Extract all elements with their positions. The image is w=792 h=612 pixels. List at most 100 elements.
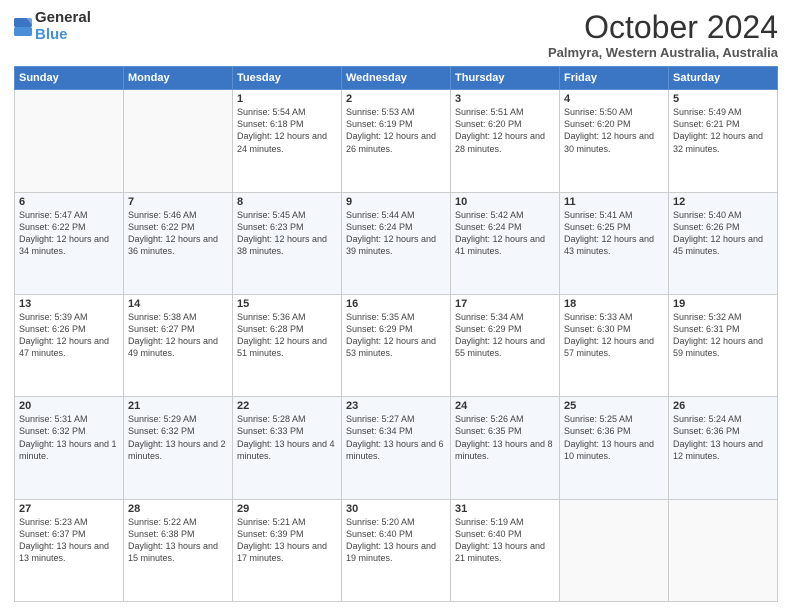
day-info: Sunrise: 5:50 AM Sunset: 6:20 PM Dayligh… <box>564 106 664 155</box>
calendar-week-5: 27Sunrise: 5:23 AM Sunset: 6:37 PM Dayli… <box>15 499 778 601</box>
day-number: 22 <box>237 400 337 412</box>
day-info: Sunrise: 5:40 AM Sunset: 6:26 PM Dayligh… <box>673 209 773 258</box>
calendar-cell: 12Sunrise: 5:40 AM Sunset: 6:26 PM Dayli… <box>669 192 778 294</box>
calendar-cell: 4Sunrise: 5:50 AM Sunset: 6:20 PM Daylig… <box>560 90 669 192</box>
calendar-cell: 16Sunrise: 5:35 AM Sunset: 6:29 PM Dayli… <box>342 294 451 396</box>
calendar-cell: 22Sunrise: 5:28 AM Sunset: 6:33 PM Dayli… <box>233 397 342 499</box>
day-number: 7 <box>128 196 228 208</box>
day-info: Sunrise: 5:46 AM Sunset: 6:22 PM Dayligh… <box>128 209 228 258</box>
month-title: October 2024 <box>548 10 778 45</box>
day-number: 27 <box>19 503 119 515</box>
calendar-cell: 19Sunrise: 5:32 AM Sunset: 6:31 PM Dayli… <box>669 294 778 396</box>
day-number: 4 <box>564 93 664 105</box>
location-title: Palmyra, Western Australia, Australia <box>548 45 778 60</box>
day-info: Sunrise: 5:20 AM Sunset: 6:40 PM Dayligh… <box>346 516 446 565</box>
day-number: 15 <box>237 298 337 310</box>
day-info: Sunrise: 5:41 AM Sunset: 6:25 PM Dayligh… <box>564 209 664 258</box>
day-number: 3 <box>455 93 555 105</box>
day-number: 8 <box>237 196 337 208</box>
calendar-cell: 15Sunrise: 5:36 AM Sunset: 6:28 PM Dayli… <box>233 294 342 396</box>
calendar-cell: 6Sunrise: 5:47 AM Sunset: 6:22 PM Daylig… <box>15 192 124 294</box>
calendar-cell: 14Sunrise: 5:38 AM Sunset: 6:27 PM Dayli… <box>124 294 233 396</box>
calendar-cell: 1Sunrise: 5:54 AM Sunset: 6:18 PM Daylig… <box>233 90 342 192</box>
calendar-cell: 21Sunrise: 5:29 AM Sunset: 6:32 PM Dayli… <box>124 397 233 499</box>
day-info: Sunrise: 5:33 AM Sunset: 6:30 PM Dayligh… <box>564 311 664 360</box>
day-info: Sunrise: 5:51 AM Sunset: 6:20 PM Dayligh… <box>455 106 555 155</box>
day-info: Sunrise: 5:31 AM Sunset: 6:32 PM Dayligh… <box>19 413 119 462</box>
calendar-cell: 31Sunrise: 5:19 AM Sunset: 6:40 PM Dayli… <box>451 499 560 601</box>
calendar-cell: 23Sunrise: 5:27 AM Sunset: 6:34 PM Dayli… <box>342 397 451 499</box>
day-info: Sunrise: 5:27 AM Sunset: 6:34 PM Dayligh… <box>346 413 446 462</box>
calendar-week-2: 6Sunrise: 5:47 AM Sunset: 6:22 PM Daylig… <box>15 192 778 294</box>
day-number: 23 <box>346 400 446 412</box>
day-number: 9 <box>346 196 446 208</box>
day-number: 6 <box>19 196 119 208</box>
day-number: 14 <box>128 298 228 310</box>
calendar-cell: 28Sunrise: 5:22 AM Sunset: 6:38 PM Dayli… <box>124 499 233 601</box>
calendar-week-4: 20Sunrise: 5:31 AM Sunset: 6:32 PM Dayli… <box>15 397 778 499</box>
day-number: 18 <box>564 298 664 310</box>
day-info: Sunrise: 5:32 AM Sunset: 6:31 PM Dayligh… <box>673 311 773 360</box>
calendar-cell: 11Sunrise: 5:41 AM Sunset: 6:25 PM Dayli… <box>560 192 669 294</box>
day-number: 12 <box>673 196 773 208</box>
day-header-sunday: Sunday <box>15 67 124 90</box>
calendar-cell: 17Sunrise: 5:34 AM Sunset: 6:29 PM Dayli… <box>451 294 560 396</box>
calendar-cell: 8Sunrise: 5:45 AM Sunset: 6:23 PM Daylig… <box>233 192 342 294</box>
day-info: Sunrise: 5:26 AM Sunset: 6:35 PM Dayligh… <box>455 413 555 462</box>
calendar-cell: 2Sunrise: 5:53 AM Sunset: 6:19 PM Daylig… <box>342 90 451 192</box>
calendar-cell: 9Sunrise: 5:44 AM Sunset: 6:24 PM Daylig… <box>342 192 451 294</box>
day-number: 25 <box>564 400 664 412</box>
day-number: 10 <box>455 196 555 208</box>
day-info: Sunrise: 5:19 AM Sunset: 6:40 PM Dayligh… <box>455 516 555 565</box>
day-number: 19 <box>673 298 773 310</box>
day-number: 2 <box>346 93 446 105</box>
calendar-cell: 25Sunrise: 5:25 AM Sunset: 6:36 PM Dayli… <box>560 397 669 499</box>
day-info: Sunrise: 5:23 AM Sunset: 6:37 PM Dayligh… <box>19 516 119 565</box>
day-info: Sunrise: 5:34 AM Sunset: 6:29 PM Dayligh… <box>455 311 555 360</box>
day-number: 31 <box>455 503 555 515</box>
day-number: 11 <box>564 196 664 208</box>
day-info: Sunrise: 5:38 AM Sunset: 6:27 PM Dayligh… <box>128 311 228 360</box>
calendar-cell <box>560 499 669 601</box>
calendar-cell: 18Sunrise: 5:33 AM Sunset: 6:30 PM Dayli… <box>560 294 669 396</box>
day-info: Sunrise: 5:44 AM Sunset: 6:24 PM Dayligh… <box>346 209 446 258</box>
calendar-week-1: 1Sunrise: 5:54 AM Sunset: 6:18 PM Daylig… <box>15 90 778 192</box>
calendar-header-row: SundayMondayTuesdayWednesdayThursdayFrid… <box>15 67 778 90</box>
day-header-saturday: Saturday <box>669 67 778 90</box>
day-number: 29 <box>237 503 337 515</box>
header: General Blue October 2024 Palmyra, Weste… <box>14 10 778 60</box>
calendar-cell <box>124 90 233 192</box>
calendar-cell: 3Sunrise: 5:51 AM Sunset: 6:20 PM Daylig… <box>451 90 560 192</box>
logo-general: General <box>35 10 91 27</box>
day-number: 13 <box>19 298 119 310</box>
calendar-cell: 5Sunrise: 5:49 AM Sunset: 6:21 PM Daylig… <box>669 90 778 192</box>
day-number: 17 <box>455 298 555 310</box>
day-info: Sunrise: 5:22 AM Sunset: 6:38 PM Dayligh… <box>128 516 228 565</box>
calendar-cell: 26Sunrise: 5:24 AM Sunset: 6:36 PM Dayli… <box>669 397 778 499</box>
day-info: Sunrise: 5:49 AM Sunset: 6:21 PM Dayligh… <box>673 106 773 155</box>
calendar-week-3: 13Sunrise: 5:39 AM Sunset: 6:26 PM Dayli… <box>15 294 778 396</box>
day-info: Sunrise: 5:21 AM Sunset: 6:39 PM Dayligh… <box>237 516 337 565</box>
day-number: 16 <box>346 298 446 310</box>
day-number: 5 <box>673 93 773 105</box>
day-number: 1 <box>237 93 337 105</box>
day-number: 26 <box>673 400 773 412</box>
logo-blue: Blue <box>35 27 91 44</box>
day-info: Sunrise: 5:42 AM Sunset: 6:24 PM Dayligh… <box>455 209 555 258</box>
calendar-cell: 29Sunrise: 5:21 AM Sunset: 6:39 PM Dayli… <box>233 499 342 601</box>
day-info: Sunrise: 5:53 AM Sunset: 6:19 PM Dayligh… <box>346 106 446 155</box>
calendar-cell: 10Sunrise: 5:42 AM Sunset: 6:24 PM Dayli… <box>451 192 560 294</box>
day-number: 28 <box>128 503 228 515</box>
day-header-friday: Friday <box>560 67 669 90</box>
day-info: Sunrise: 5:24 AM Sunset: 6:36 PM Dayligh… <box>673 413 773 462</box>
calendar-cell: 30Sunrise: 5:20 AM Sunset: 6:40 PM Dayli… <box>342 499 451 601</box>
calendar-cell: 27Sunrise: 5:23 AM Sunset: 6:37 PM Dayli… <box>15 499 124 601</box>
day-number: 20 <box>19 400 119 412</box>
calendar-cell <box>669 499 778 601</box>
day-info: Sunrise: 5:39 AM Sunset: 6:26 PM Dayligh… <box>19 311 119 360</box>
day-info: Sunrise: 5:28 AM Sunset: 6:33 PM Dayligh… <box>237 413 337 462</box>
page: General Blue October 2024 Palmyra, Weste… <box>0 0 792 612</box>
day-info: Sunrise: 5:29 AM Sunset: 6:32 PM Dayligh… <box>128 413 228 462</box>
day-info: Sunrise: 5:25 AM Sunset: 6:36 PM Dayligh… <box>564 413 664 462</box>
calendar-cell: 13Sunrise: 5:39 AM Sunset: 6:26 PM Dayli… <box>15 294 124 396</box>
